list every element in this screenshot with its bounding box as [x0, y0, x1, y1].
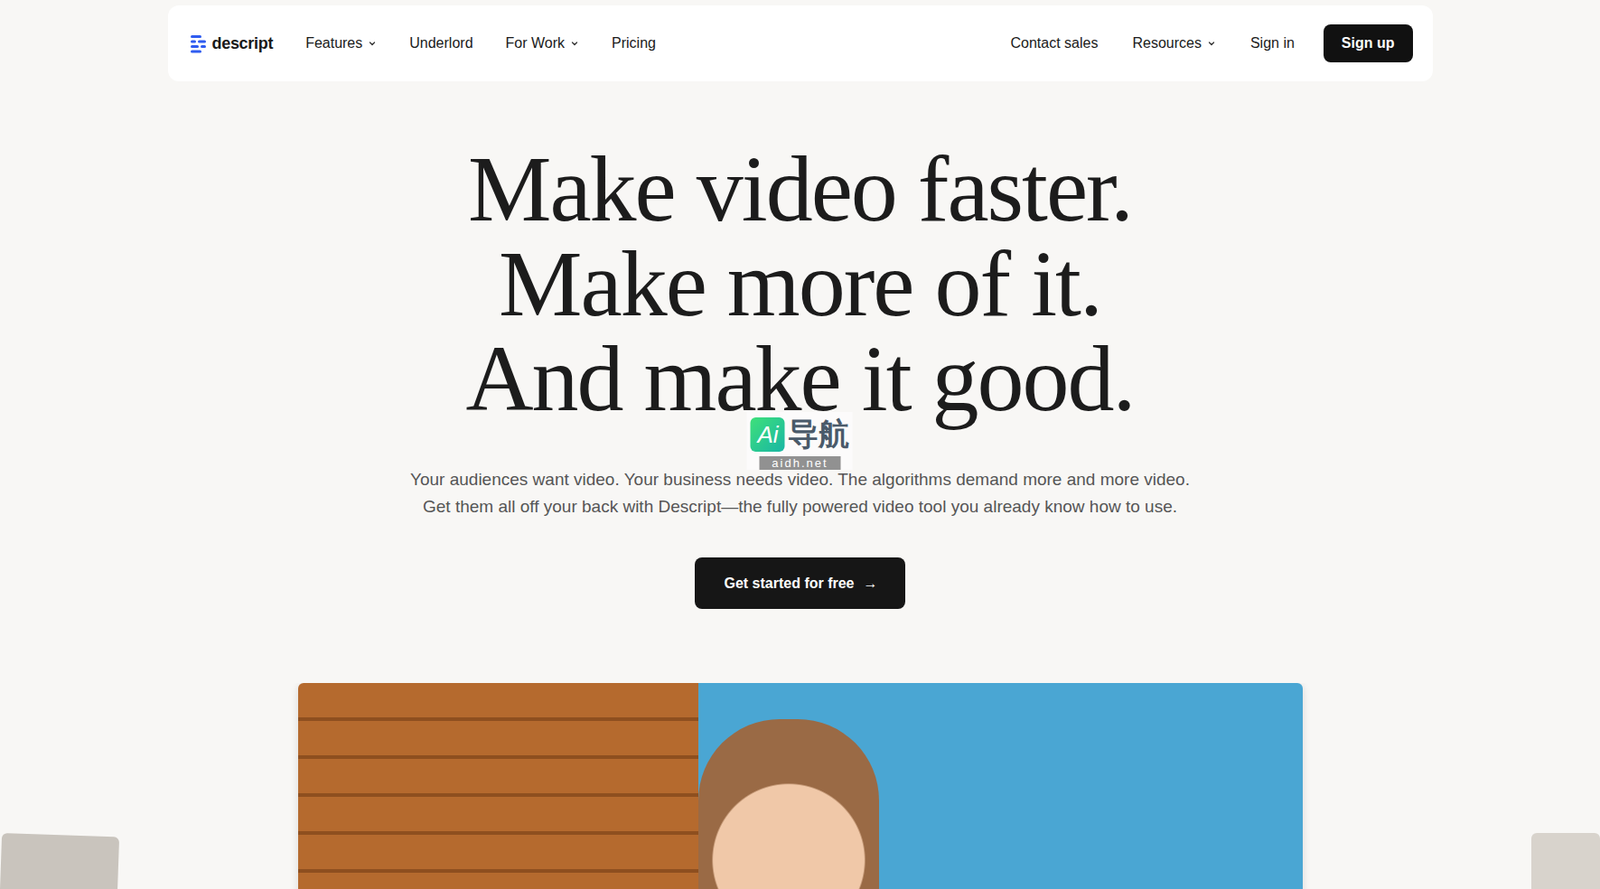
headline-wrap: Make video faster.Make more of it.And ma…	[465, 140, 1134, 426]
logo-text: descript	[212, 34, 274, 54]
nav-left: descript Features Underlord For Work Pricing	[189, 33, 656, 54]
descript-logo-icon	[189, 33, 208, 54]
photo-person	[698, 719, 880, 889]
chevron-down-icon	[570, 38, 580, 48]
nav-item[interactable]: Resources	[1132, 35, 1216, 52]
arrow-icon: →	[863, 575, 879, 592]
nav-item[interactable]: Contact sales	[1010, 35, 1099, 52]
hero: Make video faster.Make more of it.And ma…	[410, 140, 1190, 609]
nav-item[interactable]: Features	[305, 35, 377, 52]
headline-line: Make more of it.	[498, 235, 1102, 331]
nav-item[interactable]: For Work	[505, 35, 580, 52]
media-area	[0, 683, 1600, 889]
cta-button[interactable]: Get started for free→	[694, 557, 905, 609]
signup-button[interactable]: Sign up	[1323, 24, 1413, 63]
thumbnail-image	[1531, 832, 1600, 889]
nav-right: Contact sales Resources Sign in Sign up	[1010, 24, 1413, 63]
nav-bar: descript Features Underlord For Work Pricing…	[168, 5, 1433, 82]
watermark-url: aidh.net	[758, 456, 841, 470]
chevron-down-icon	[367, 38, 377, 48]
nav-item[interactable]: Sign in	[1250, 35, 1295, 52]
subtext-line: Get them all off your back with Descript…	[422, 493, 1178, 521]
logo[interactable]: descript	[189, 33, 274, 54]
thumbnail-image	[0, 832, 120, 889]
watermark-top: Ai导航	[750, 413, 850, 456]
page: descript Features Underlord For Work Pricing…	[0, 0, 1600, 889]
photo-wood	[298, 683, 699, 889]
nav-item[interactable]: Pricing	[611, 35, 656, 52]
watermark: Ai导航aidh.net	[747, 411, 853, 470]
subtext-line: Your audiences want video. Your business…	[410, 466, 1190, 494]
photo-wall	[698, 683, 1303, 889]
chevron-down-icon	[1207, 38, 1217, 48]
hero-video[interactable]	[298, 683, 1303, 889]
nav-item[interactable]: Underlord	[409, 35, 473, 52]
headline: Make video faster.Make more of it.And ma…	[465, 140, 1134, 426]
watermark-logo: Ai	[750, 417, 786, 452]
subtext: Your audiences want video. Your business…	[410, 466, 1190, 521]
watermark-text: 导航	[787, 413, 850, 456]
headline-line: Make video faster.	[467, 140, 1133, 236]
